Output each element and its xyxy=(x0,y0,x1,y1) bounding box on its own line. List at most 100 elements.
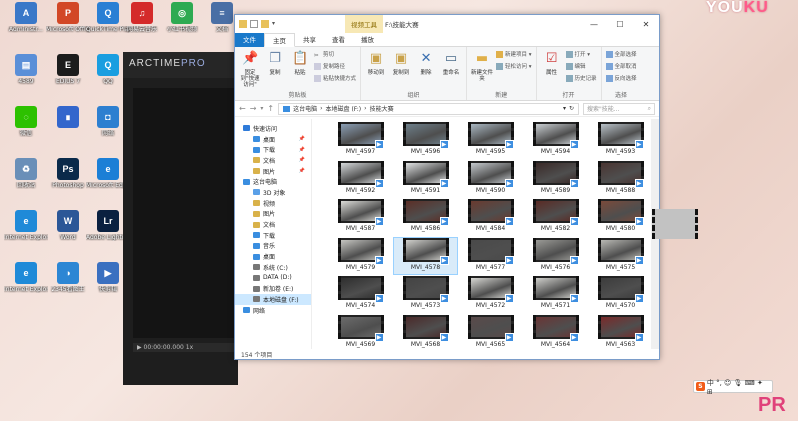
file-explorer-window[interactable]: ▾ 视频工具 F:\技能大赛 — ☐ ✕ 文件 主页 共享 查看 播放 📌 固定… xyxy=(234,14,698,360)
address-dropdown-icon[interactable]: ▾ xyxy=(563,105,566,112)
pin-icon[interactable]: 📌 xyxy=(299,168,305,174)
desktop-icon[interactable]: ∎ xyxy=(46,106,90,130)
arctime-video-preview[interactable] xyxy=(133,88,238,338)
play-icon[interactable]: ▶ xyxy=(137,344,142,351)
nav-item[interactable]: 下载 📌 xyxy=(235,144,311,155)
nav-item[interactable]: 本地磁盘 (F:) xyxy=(235,294,311,305)
video-file-tile[interactable]: ▶ MVI_4594 xyxy=(523,121,588,160)
invert-selection-button[interactable]: 反向选择 xyxy=(605,74,637,84)
pin-icon[interactable]: 📌 xyxy=(299,136,305,142)
minimize-button[interactable]: — xyxy=(581,15,607,33)
video-file-tile[interactable]: ▶ MVI_4563 xyxy=(588,314,651,350)
nav-item[interactable]: 图片 📌 xyxy=(235,166,311,177)
nav-item[interactable]: 文档 xyxy=(235,219,311,230)
breadcrumb-folder[interactable]: 技能大赛 xyxy=(370,104,394,113)
refresh-icon[interactable]: ↻ xyxy=(569,105,574,112)
video-file-tile[interactable]: ▶ MVI_4565 xyxy=(458,314,523,350)
arctime-window[interactable]: ARCTIMEPRO ▶ 00:00:00.000 1x xyxy=(123,52,238,385)
pin-quick-access-button[interactable]: 📌 固定到"快速访问" xyxy=(239,50,261,90)
video-file-tile[interactable]: ▶ MVI_4579 xyxy=(328,237,393,276)
context-tab-video-tools[interactable]: 视频工具 xyxy=(345,15,383,33)
nav-item[interactable]: 桌面 xyxy=(235,251,311,262)
breadcrumb-drive[interactable]: 本地磁盘 (F:) xyxy=(326,104,362,113)
paste-shortcut-button[interactable]: 粘贴快捷方式 xyxy=(314,74,356,84)
desktop-icon[interactable]: P Microsoft Office Po... xyxy=(46,2,90,33)
select-none-button[interactable]: 全部取消 xyxy=(605,62,637,72)
folder-small-icon[interactable] xyxy=(261,20,269,28)
desktop-icon[interactable]: ◑ 2345看图王 xyxy=(46,262,90,293)
video-file-tile[interactable]: ▶ MVI_4588 xyxy=(588,160,651,199)
up-arrow-icon[interactable]: ↑ xyxy=(267,104,274,113)
nav-item[interactable]: 桌面 📌 xyxy=(235,134,311,145)
maximize-button[interactable]: ☐ xyxy=(607,15,633,33)
rename-button[interactable]: ▭ 重命名 xyxy=(440,50,462,90)
copy-button[interactable]: ❐ 复制 xyxy=(264,50,286,90)
tab-play[interactable]: 播放 xyxy=(353,33,382,47)
nav-item[interactable]: 音乐 xyxy=(235,241,311,252)
arctime-timeline-bar[interactable]: ▶ 00:00:00.000 1x xyxy=(133,343,238,352)
desktop-icon[interactable]: e Internet Explorer xyxy=(4,210,48,241)
checkbox-icon[interactable] xyxy=(250,20,258,28)
new-folder-button[interactable]: ▬ 新建文件夹 xyxy=(471,50,493,90)
nav-item[interactable]: 这台电脑 xyxy=(235,176,311,187)
nav-item[interactable]: 文档 📌 xyxy=(235,155,311,166)
back-arrow-icon[interactable]: ← xyxy=(239,104,246,113)
desktop-icon[interactable]: W Word xyxy=(46,210,90,241)
video-file-tile[interactable]: ▶ MVI_4575 xyxy=(588,237,651,276)
desktop-icon[interactable]: ▤ 4589 xyxy=(4,54,48,85)
desktop-icon[interactable]: ♫ 网易云音乐 xyxy=(120,2,164,33)
paste-button[interactable]: 📋 粘贴 xyxy=(289,50,311,90)
recent-chevron-icon[interactable]: ▾ xyxy=(260,105,263,112)
desktop-icon[interactable]: A Administr... xyxy=(4,2,48,33)
address-bar[interactable]: 这台电脑 › 本地磁盘 (F:) › 技能大赛 ▾ ↻ xyxy=(278,102,579,115)
video-file-tile[interactable]: ▶ MVI_4574 xyxy=(328,275,393,314)
video-file-tile[interactable]: ▶ MVI_4580 xyxy=(588,198,651,237)
nav-item[interactable]: 系统 (C:) xyxy=(235,262,311,273)
delete-button[interactable]: ✕ 删除 xyxy=(415,50,437,90)
file-grid[interactable]: ▶ MVI_4597 ▶ MVI_4596 ▶ MVI_4595 ▶ MVI_4594 ▶ MVI… xyxy=(312,119,651,349)
video-file-tile[interactable]: ▶ MVI_4591 xyxy=(393,160,458,199)
chevron-down-icon[interactable]: ▾ xyxy=(272,20,280,28)
breadcrumb-this-pc[interactable]: 这台电脑 xyxy=(293,104,317,113)
ime-status-items[interactable]: 中 °, ☺ 🎙 ⌨ ✦ ⊞ xyxy=(707,378,770,396)
video-file-tile[interactable]: ▶ MVI_4593 xyxy=(588,121,651,160)
ime-toolbar[interactable]: S 中 °, ☺ 🎙 ⌨ ✦ ⊞ xyxy=(693,378,773,396)
sogou-ime-icon[interactable]: S xyxy=(696,382,705,391)
folder-icon[interactable] xyxy=(239,20,247,28)
video-file-tile[interactable]: ▶ MVI_4568 xyxy=(393,314,458,350)
video-file-tile[interactable]: ▶ MVI_4587 xyxy=(328,198,393,237)
navigation-pane[interactable]: 快速访问 桌面 📌 下载 📌 文档 📌 图片 📌 这台电脑 3D 对象 视频 图片 文档 下载 音乐 桌面 系统 … xyxy=(235,119,312,349)
copy-to-button[interactable]: ▣ 复制到 xyxy=(390,50,412,90)
nav-item[interactable]: DATA (D:) xyxy=(235,273,311,284)
tab-file[interactable]: 文件 xyxy=(235,32,264,47)
pin-icon[interactable]: 📌 xyxy=(299,147,305,153)
properties-button[interactable]: ☑ 属性 xyxy=(541,50,563,90)
select-all-button[interactable]: 全部选择 xyxy=(605,50,637,60)
tab-share[interactable]: 共享 xyxy=(295,33,324,47)
close-button[interactable]: ✕ xyxy=(633,15,659,33)
video-file-tile[interactable]: ▶ MVI_4564 xyxy=(523,314,588,350)
video-file-tile[interactable]: ▶ MVI_4578 xyxy=(393,236,458,275)
cut-button[interactable]: ✂ 剪切 xyxy=(314,50,356,60)
desktop-icon[interactable]: ◎ 小红书视频 xyxy=(160,2,204,33)
video-file-tile[interactable]: ▶ MVI_4570 xyxy=(588,275,651,314)
video-file-tile[interactable]: ▶ MVI_4597 xyxy=(328,121,393,160)
history-button[interactable]: 历史记录 xyxy=(565,74,597,84)
desktop-icon[interactable]: ♻ 回收站 xyxy=(4,158,48,189)
video-file-tile[interactable]: ▶ MVI_4577 xyxy=(458,237,523,276)
copy-path-button[interactable]: 复制路径 xyxy=(314,62,356,72)
video-file-tile[interactable]: ▶ MVI_4576 xyxy=(523,237,588,276)
explorer-titlebar[interactable]: ▾ 视频工具 F:\技能大赛 — ☐ ✕ xyxy=(235,15,659,33)
tab-home[interactable]: 主页 xyxy=(264,32,295,47)
video-file-tile[interactable]: ▶ MVI_4590 xyxy=(458,160,523,199)
video-file-tile[interactable]: ▶ MVI_4569 xyxy=(328,314,393,350)
nav-item[interactable]: 视频 xyxy=(235,198,311,209)
search-box[interactable]: 搜索"技能... ⌕ xyxy=(583,102,655,115)
video-file-tile[interactable]: ▶ MVI_4596 xyxy=(393,121,458,160)
open-button[interactable]: 打开 ▾ xyxy=(565,50,597,60)
desktop-icon[interactable]: Ps Photoshop xyxy=(46,158,90,189)
new-item-button[interactable]: 新建项目 ▾ xyxy=(496,50,532,60)
edit-button[interactable]: 编辑 xyxy=(565,62,597,72)
desktop-icon[interactable]: e Internet Explorer xyxy=(4,262,48,293)
arctime-speed[interactable]: 1x xyxy=(186,344,193,351)
